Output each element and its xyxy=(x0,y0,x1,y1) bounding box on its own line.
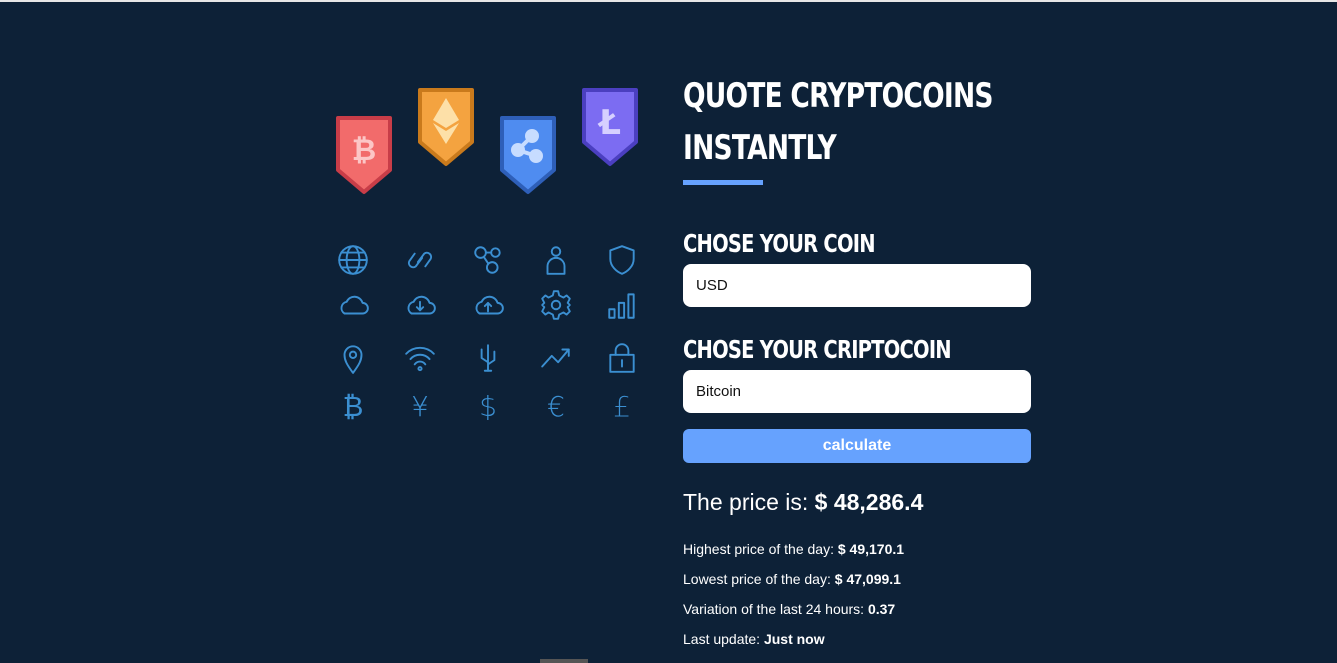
gear-icon xyxy=(536,285,576,325)
coin-label: Chose your coin xyxy=(683,229,876,258)
page-title: Quote Cryptocoins Instantly xyxy=(683,70,1026,174)
crypto-label: Chose your criptocoin xyxy=(683,335,952,364)
nodes-icon xyxy=(468,240,508,280)
shield-icon xyxy=(602,240,642,280)
horizontal-scrollbar[interactable] xyxy=(540,659,588,663)
highest-price-value: $ 49,170.1 xyxy=(837,541,905,557)
user-icon xyxy=(536,240,576,280)
price-value: $ 48,286.4 xyxy=(814,489,924,515)
last-update-label: Last update: xyxy=(683,631,764,647)
crypto-select-value: Bitcoin xyxy=(696,383,742,400)
coin-badges: ₿ Ł xyxy=(330,80,650,200)
lock-icon xyxy=(602,338,642,378)
price-result: The price is: $ 48,286.4 xyxy=(683,489,1031,516)
highest-price-label: Highest price of the day: xyxy=(683,541,838,557)
calculate-button[interactable]: calculate xyxy=(683,429,1031,463)
bar-chart-icon xyxy=(602,285,642,325)
yen-sign-icon: ¥ xyxy=(411,389,429,423)
coin-select-value: USD xyxy=(696,277,728,294)
usb-icon xyxy=(468,338,508,378)
cloud-download-icon xyxy=(400,285,440,325)
trend-up-icon xyxy=(536,338,576,378)
quote-panel: Quote Cryptocoins Instantly Chose your c… xyxy=(683,70,1031,648)
last-update-value: Just now xyxy=(763,631,825,647)
globe-icon xyxy=(333,240,373,280)
litecoin-badge-icon: Ł xyxy=(582,88,638,166)
cloud-upload-icon xyxy=(468,285,508,325)
wifi-icon xyxy=(400,338,440,378)
lowest-price-label: Lowest price of the day: xyxy=(683,571,835,587)
pound-sign-icon: £ xyxy=(613,389,631,423)
cloud-icon xyxy=(333,285,373,325)
svg-text:₿: ₿ xyxy=(352,133,376,168)
last-update: Last update: Just now xyxy=(683,630,1031,648)
crypto-select[interactable]: Bitcoin xyxy=(683,370,1031,413)
variation-label: Variation of the last 24 hours: xyxy=(683,601,868,617)
variation-value: 0.37 xyxy=(867,601,896,617)
ethereum-badge-icon xyxy=(418,88,474,166)
ripple-badge-icon xyxy=(500,116,556,194)
crypto-illustration: ₿ Ł ₿ ¥ $ € £ xyxy=(330,80,650,430)
page-title-line1: Quote Cryptocoins xyxy=(683,76,993,116)
coin-select[interactable]: USD xyxy=(683,264,1031,307)
euro-sign-icon: € xyxy=(547,389,565,423)
link-icon xyxy=(400,240,440,280)
bitcoin-sign-icon: ₿ xyxy=(342,389,364,423)
lowest-price-value: $ 47,099.1 xyxy=(834,571,901,587)
price-label: The price is: xyxy=(683,489,815,515)
svg-text:Ł: Ł xyxy=(597,103,621,143)
highest-price: Highest price of the day: $ 49,170.1 xyxy=(683,540,1031,558)
dollar-sign-icon: $ xyxy=(479,389,497,423)
page-title-line2: Instantly xyxy=(683,128,837,168)
variation-24h: Variation of the last 24 hours: 0.37 xyxy=(683,600,1031,618)
bitcoin-badge-icon: ₿ xyxy=(336,116,392,194)
location-pin-icon xyxy=(333,338,373,378)
lowest-price: Lowest price of the day: $ 47,099.1 xyxy=(683,570,1031,588)
